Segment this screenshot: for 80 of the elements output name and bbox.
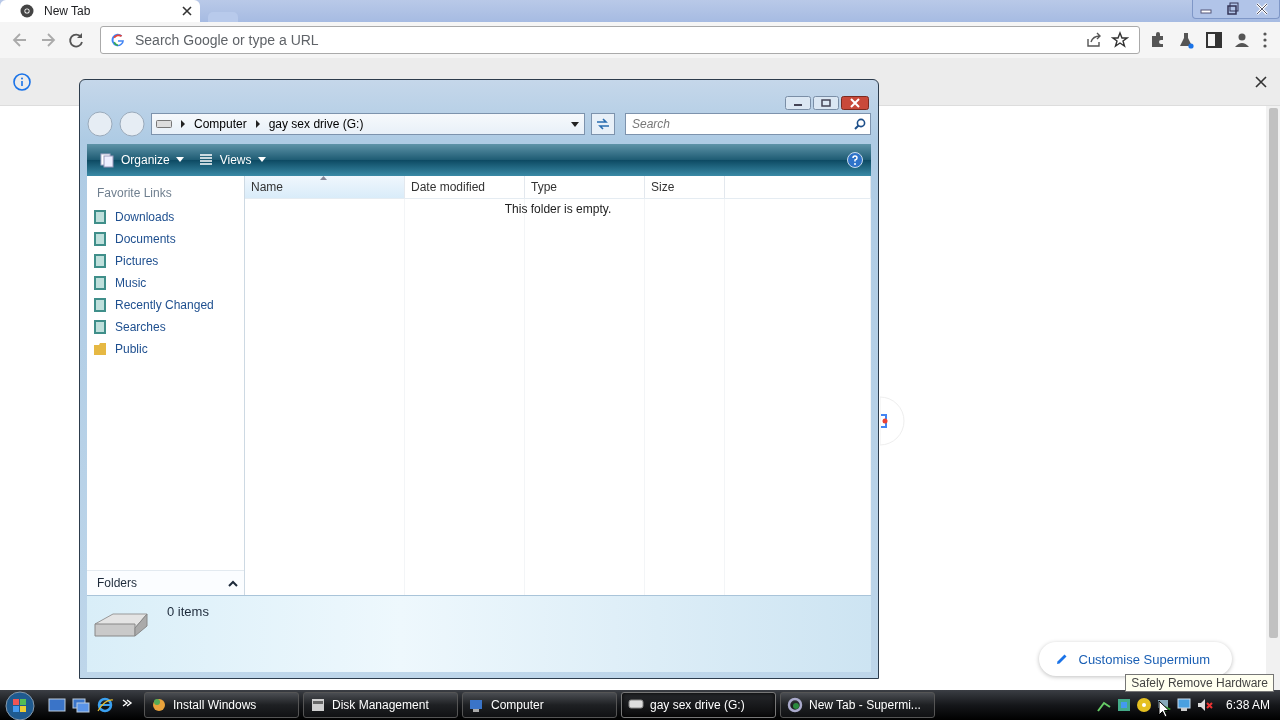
scrollbar[interactable] — [1266, 106, 1280, 690]
monitor-icon[interactable] — [1175, 697, 1192, 713]
computer-icon — [469, 697, 485, 713]
favorite-link[interactable]: Recently Changed — [87, 294, 244, 316]
section-title: Favorite Links — [96, 185, 173, 202]
star-icon[interactable] — [1111, 31, 1129, 49]
library-icon — [93, 253, 107, 269]
help-icon[interactable] — [847, 152, 863, 168]
taskbar-button[interactable]: Computer — [462, 692, 617, 718]
column-header[interactable]: Name — [245, 176, 405, 198]
refresh-button[interactable] — [591, 113, 615, 135]
share-icon[interactable] — [1085, 31, 1103, 49]
installer-icon — [151, 697, 167, 713]
toolbar-button[interactable]: Organize — [95, 152, 188, 168]
side-panel-icon[interactable] — [1204, 30, 1224, 50]
favorite-link[interactable]: Downloads — [87, 206, 244, 228]
chevron-icon — [254, 120, 261, 128]
chevron-icon — [180, 120, 186, 128]
favorite-link[interactable]: Documents — [87, 228, 244, 250]
dropdown-icon — [175, 157, 184, 163]
library-icon — [93, 319, 107, 335]
refresh-icon — [596, 118, 610, 130]
column-header[interactable]: Date modified — [405, 176, 525, 198]
browser-logo-icon — [787, 697, 803, 713]
windows-update-icon[interactable] — [1115, 697, 1132, 713]
search-icon[interactable] — [854, 118, 866, 130]
favorite-link[interactable]: Music — [87, 272, 244, 294]
tooltip: Safely Remove Hardware — [1125, 674, 1274, 692]
desktop-icon[interactable] — [48, 697, 66, 713]
item-count: 0 items — [167, 604, 209, 619]
browser-logo-icon — [20, 4, 34, 18]
scrollbar-thumb[interactable] — [1269, 108, 1278, 638]
breadcrumb-item[interactable]: Computer — [194, 117, 247, 131]
pencil-icon — [1054, 652, 1069, 666]
minimize-icon[interactable] — [785, 96, 811, 110]
taskbar-button[interactable]: Disk Management — [303, 692, 458, 718]
taskbar-button[interactable]: New Tab - Supermi... — [780, 692, 935, 718]
library-icon — [93, 231, 107, 247]
toolbar-button[interactable]: Views — [193, 152, 270, 168]
taskbar-button[interactable]: Install Windows — [144, 692, 299, 718]
switch-windows-icon[interactable] — [72, 697, 90, 713]
mouse-cursor-icon — [1158, 700, 1170, 718]
folder-icon — [93, 341, 107, 357]
customise-button[interactable]: Customise Supermium — [1038, 642, 1232, 676]
google-icon — [111, 33, 125, 47]
search-box[interactable]: Search — [625, 113, 871, 135]
folders-label: Folders — [97, 576, 137, 590]
library-icon — [93, 275, 107, 291]
address-bar[interactable]: Search Google or type a URL — [100, 26, 1140, 54]
favorite-link[interactable]: Public — [87, 338, 244, 360]
dropdown-icon[interactable] — [570, 120, 580, 128]
clock[interactable]: 6:38 AM — [1225, 698, 1270, 712]
close-icon[interactable] — [1254, 74, 1268, 89]
close-icon[interactable] — [182, 6, 192, 16]
drive-icon — [156, 119, 172, 129]
close-icon[interactable] — [841, 96, 869, 110]
maximize-icon[interactable] — [813, 96, 839, 110]
tab-title: New Tab — [44, 4, 92, 18]
address-bar[interactable]: Computer gay sex drive (G:) — [151, 113, 585, 135]
list-icon — [197, 152, 214, 168]
library-icon — [93, 209, 107, 225]
documents-icon — [99, 152, 115, 168]
info-icon — [12, 71, 32, 92]
breadcrumb-item[interactable]: gay sex drive (G:) — [268, 117, 364, 131]
search-field[interactable]: Search — [630, 116, 854, 132]
collapse-icon[interactable] — [228, 579, 238, 587]
library-icon — [93, 297, 107, 313]
taskbar-button[interactable]: gay sex drive (G:) — [621, 692, 776, 718]
muted-speaker-icon[interactable] — [1195, 697, 1214, 713]
sort-arrow-icon — [320, 176, 327, 180]
favorite-link[interactable]: Pictures — [87, 250, 244, 272]
favorite-link[interactable]: Searches — [87, 316, 244, 338]
folders-bar[interactable]: Folders — [87, 570, 244, 595]
disc-icon[interactable] — [1135, 697, 1152, 713]
empty-message: This folder is empty. — [504, 202, 612, 216]
browser-e-icon[interactable] — [96, 697, 114, 713]
column-header[interactable]: Type — [525, 176, 645, 198]
column-header[interactable]: Size — [645, 176, 725, 198]
browser-tab[interactable]: New Tab — [0, 0, 200, 22]
dropdown-icon — [257, 157, 266, 163]
